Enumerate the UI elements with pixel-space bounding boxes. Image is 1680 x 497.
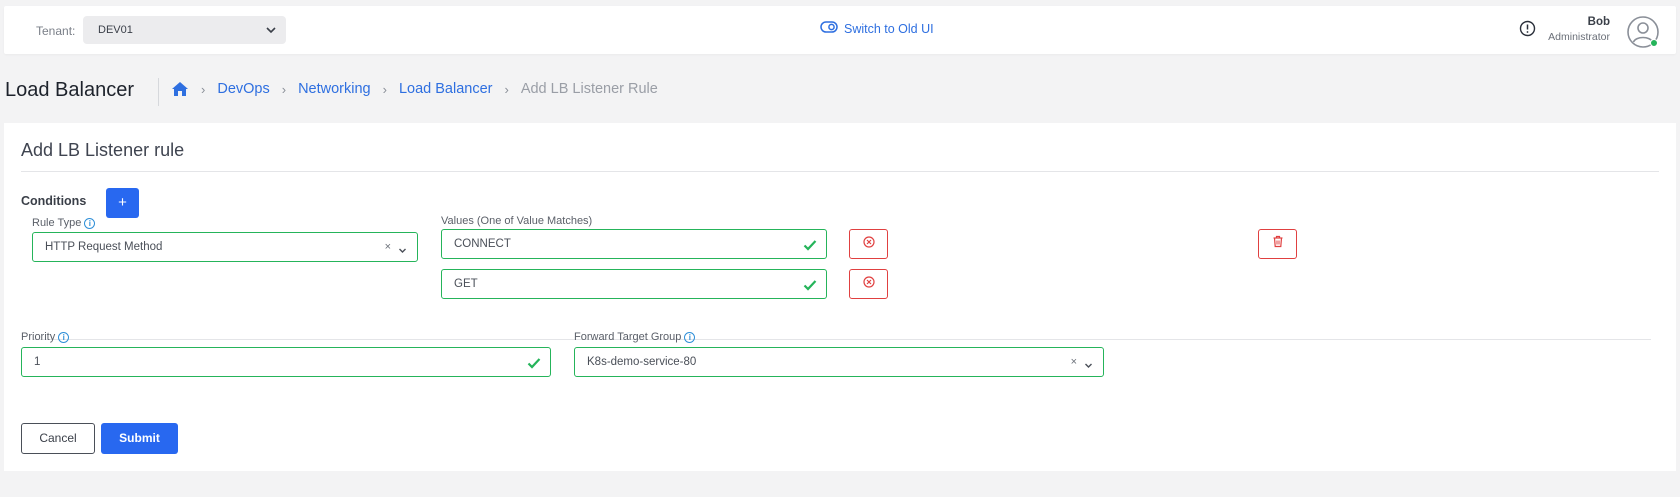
chevron-down-icon: [398, 242, 407, 260]
toggle-icon: [820, 20, 838, 38]
value-input[interactable]: GET: [441, 269, 827, 299]
info-icon: i: [684, 331, 696, 343]
form-card: Add LB Listener rule Conditions + Rule T…: [4, 123, 1676, 471]
conditions-label: Conditions: [21, 194, 87, 208]
user-role: Administrator: [1548, 31, 1610, 43]
trash-icon: [1272, 235, 1284, 253]
tenant-select[interactable]: DEV01: [83, 16, 286, 44]
info-icon: i: [84, 217, 96, 229]
rule-type-label: Rule Type i: [32, 217, 96, 229]
remove-value-button[interactable]: [849, 229, 888, 259]
value-text: GET: [454, 278, 478, 290]
alert-circle-icon[interactable]: [1519, 20, 1536, 42]
form-title: Add LB Listener rule: [21, 140, 185, 160]
add-condition-button[interactable]: +: [106, 188, 139, 218]
switch-to-old-ui-link[interactable]: Switch to Old UI: [820, 20, 934, 38]
priority-label-text: Priority: [21, 331, 56, 343]
chevron-down-icon: [264, 23, 278, 42]
breadcrumb-networking[interactable]: Networking: [298, 81, 371, 97]
divider: [21, 171, 1659, 172]
top-bar: Tenant: DEV01 Switch to Old UI Bob Admin…: [4, 6, 1676, 54]
user-name: Bob: [1587, 16, 1610, 28]
page-title: Load Balancer: [5, 79, 134, 101]
breadcrumb-separator: ›: [281, 81, 287, 97]
tenant-value: DEV01: [98, 24, 133, 36]
switch-ui-label: Switch to Old UI: [844, 22, 934, 36]
remove-value-button[interactable]: [849, 269, 888, 299]
divider: [33, 339, 1651, 340]
title-divider: [158, 78, 159, 106]
breadcrumb-load-balancer[interactable]: Load Balancer: [399, 81, 493, 97]
rule-type-select[interactable]: HTTP Request Method ×: [32, 232, 418, 262]
breadcrumb-devops[interactable]: DevOps: [217, 81, 269, 97]
values-label-text: Values (One of Value Matches): [441, 215, 593, 227]
delete-condition-button[interactable]: [1258, 229, 1297, 259]
forward-target-label: Forward Target Group i: [574, 331, 696, 343]
cancel-button[interactable]: Cancel: [21, 423, 95, 454]
home-icon[interactable]: [171, 81, 189, 97]
rule-type-label-text: Rule Type: [32, 217, 82, 229]
breadcrumb-current: Add LB Listener Rule: [520, 81, 658, 97]
rule-type-value: HTTP Request Method: [45, 241, 163, 253]
remove-value-icon: [862, 275, 875, 293]
priority-label: Priority i: [21, 331, 70, 343]
chevron-down-icon: [1084, 357, 1093, 375]
forward-target-value: K8s-demo-service-80: [587, 356, 697, 368]
value-input[interactable]: CONNECT: [441, 229, 827, 259]
user-avatar-icon[interactable]: [1626, 15, 1660, 49]
check-icon: [527, 356, 541, 374]
priority-input[interactable]: 1: [21, 347, 551, 377]
check-icon: [803, 238, 817, 256]
clear-icon[interactable]: ×: [385, 241, 391, 253]
value-text: CONNECT: [454, 238, 511, 250]
remove-value-icon: [862, 235, 875, 253]
breadcrumb-separator: ›: [382, 81, 387, 97]
forward-target-select[interactable]: K8s-demo-service-80 ×: [574, 347, 1104, 377]
info-icon: i: [58, 331, 70, 343]
values-label: Values (One of Value Matches): [441, 215, 592, 227]
check-icon: [803, 278, 817, 296]
breadcrumb-separator: ›: [504, 81, 509, 97]
tenant-label: Tenant:: [36, 24, 76, 38]
priority-value: 1: [34, 356, 41, 368]
forward-target-label-text: Forward Target Group: [574, 331, 682, 343]
clear-icon[interactable]: ×: [1071, 356, 1077, 368]
breadcrumb: › DevOps › Networking › Load Balancer › …: [171, 81, 658, 97]
user-info[interactable]: Bob Administrator: [1548, 16, 1610, 43]
breadcrumb-separator: ›: [201, 81, 206, 97]
submit-button[interactable]: Submit: [101, 423, 178, 454]
